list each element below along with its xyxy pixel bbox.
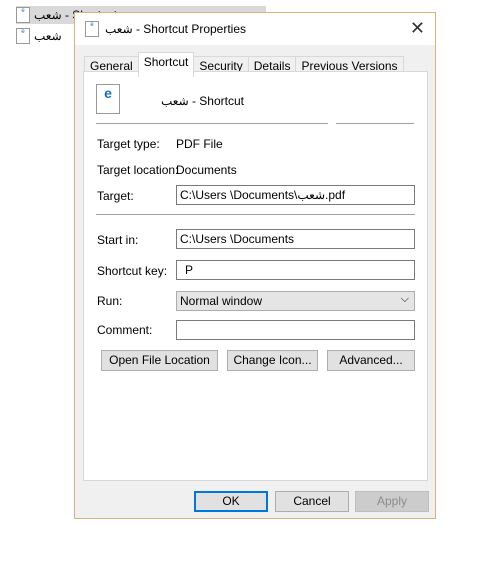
pdf-shortcut-icon: e bbox=[85, 21, 99, 37]
apply-button[interactable]: Apply bbox=[355, 491, 429, 512]
target-type-label: Target type: bbox=[97, 137, 160, 151]
shortcut-key-input[interactable]: P bbox=[176, 260, 415, 280]
desktop-item-file[interactable]: e شعب bbox=[16, 27, 62, 45]
target-location-value: Documents bbox=[176, 163, 237, 177]
advanced-button[interactable]: Advanced... bbox=[327, 350, 415, 371]
run-select-value: Normal window bbox=[180, 294, 263, 308]
run-label: Run: bbox=[97, 294, 123, 308]
target-location-label: Target location: bbox=[97, 163, 179, 177]
target-type-value: PDF File bbox=[176, 137, 223, 151]
chevron-down-icon: ⌵ bbox=[400, 293, 409, 305]
cancel-button[interactable]: Cancel bbox=[275, 491, 349, 512]
close-icon[interactable]: ✕ bbox=[410, 19, 425, 37]
large-pdf-shortcut-icon: e bbox=[96, 84, 120, 114]
run-select[interactable]: Normal window ⌵ bbox=[176, 291, 415, 311]
shortcut-name: شعب - Shortcut bbox=[161, 94, 244, 108]
change-icon-button[interactable]: Change Icon... bbox=[227, 350, 318, 371]
open-file-location-button[interactable]: Open File Location bbox=[101, 350, 218, 371]
comment-input[interactable] bbox=[176, 320, 415, 340]
title-bar[interactable]: e شعب - Shortcut Properties ✕ bbox=[75, 13, 435, 45]
target-input[interactable]: C:\Users \Documents\شعب.pdf bbox=[176, 185, 415, 205]
start-in-label: Start in: bbox=[97, 233, 139, 247]
tab-shortcut[interactable]: Shortcut bbox=[137, 52, 195, 77]
separator bbox=[96, 214, 415, 215]
pdf-shortcut-icon: e bbox=[16, 7, 30, 23]
name-underline bbox=[96, 123, 328, 124]
comment-label: Comment: bbox=[97, 323, 153, 337]
shortcut-key-label: Shortcut key: bbox=[97, 264, 168, 278]
name-underline-right bbox=[336, 123, 414, 124]
dialog-title: شعب - Shortcut Properties bbox=[105, 22, 247, 36]
target-label: Target: bbox=[97, 189, 134, 203]
desktop-item-label: شعب bbox=[34, 29, 62, 43]
shortcut-tab-panel: e شعب - Shortcut Target type: PDF File T… bbox=[83, 71, 428, 481]
ok-button[interactable]: OK bbox=[194, 491, 268, 512]
start-in-input[interactable]: C:\Users \Documents bbox=[176, 229, 415, 249]
shortcut-properties-dialog: e شعب - Shortcut Properties ✕ General Sh… bbox=[74, 12, 436, 519]
pdf-file-icon: e bbox=[16, 28, 30, 44]
